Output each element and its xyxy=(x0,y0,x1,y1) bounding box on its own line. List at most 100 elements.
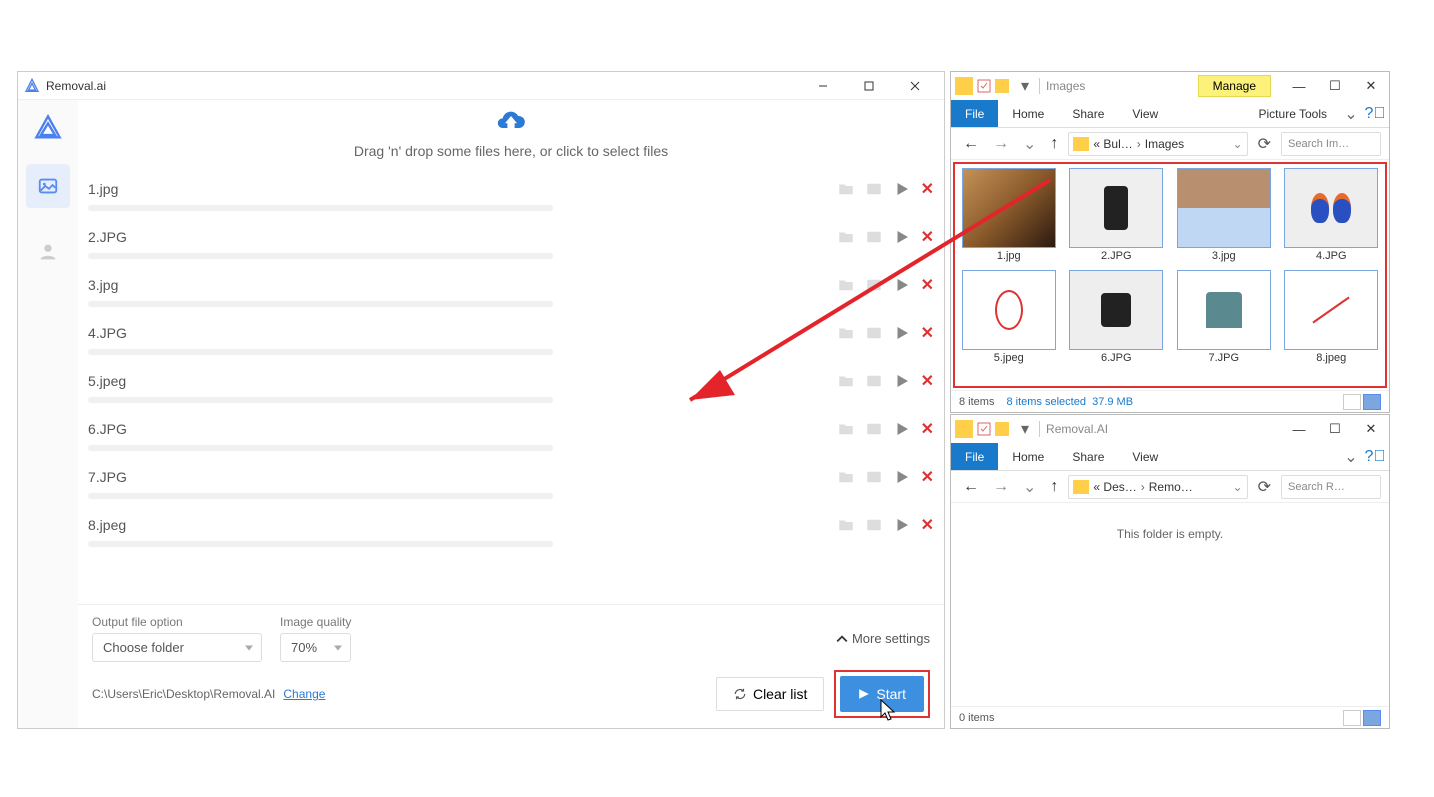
open-folder-icon[interactable] xyxy=(837,324,855,342)
refresh-button[interactable]: ⟳ xyxy=(1254,134,1275,154)
preview-icon[interactable] xyxy=(865,516,883,534)
share-tab[interactable]: Share xyxy=(1058,100,1118,127)
breadcrumb[interactable]: « Bul…› Images ⌄ xyxy=(1068,132,1247,156)
ribbon-expand[interactable]: ⌄ xyxy=(1341,443,1361,470)
file-thumbnail[interactable]: 2.JPG xyxy=(1067,168,1167,262)
qat-dropdown[interactable]: ▾ xyxy=(1017,76,1033,96)
home-tab[interactable]: Home xyxy=(998,443,1058,470)
remove-icon[interactable]: ✕ xyxy=(921,227,934,247)
preview-icon[interactable] xyxy=(865,372,883,390)
file-thumbnail[interactable]: 7.JPG xyxy=(1174,270,1274,364)
output-path: C:\Users\Eric\Desktop\Removal.AI xyxy=(92,687,275,701)
remove-icon[interactable]: ✕ xyxy=(921,179,934,199)
play-icon[interactable] xyxy=(893,420,911,438)
maximize-button[interactable]: ☐ xyxy=(1317,416,1353,442)
recent-dropdown[interactable]: ⌄ xyxy=(1019,132,1040,156)
remove-icon[interactable]: ✕ xyxy=(921,419,934,439)
qat-dropdown[interactable]: ▾ xyxy=(1017,419,1033,439)
thumbnails-view-button[interactable] xyxy=(1363,394,1381,410)
close-button[interactable] xyxy=(892,72,938,100)
close-button[interactable]: ✕ xyxy=(1353,73,1389,99)
search-input[interactable]: Search Im… xyxy=(1281,132,1381,156)
empty-folder-message: This folder is empty. xyxy=(951,503,1389,541)
preview-icon[interactable] xyxy=(865,324,883,342)
file-row: 6.JPG ✕ xyxy=(88,413,934,461)
forward-button[interactable]: → xyxy=(989,133,1013,155)
help-icon[interactable]: ?⃝ xyxy=(1361,443,1389,470)
view-tab[interactable]: View xyxy=(1118,100,1172,127)
more-settings-toggle[interactable]: More settings xyxy=(836,631,930,646)
picture-tools-tab[interactable]: Picture Tools xyxy=(1245,100,1341,127)
preview-icon[interactable] xyxy=(865,276,883,294)
open-folder-icon[interactable] xyxy=(837,468,855,486)
change-path-link[interactable]: Change xyxy=(283,687,325,701)
minimize-button[interactable] xyxy=(800,72,846,100)
play-icon[interactable] xyxy=(893,516,911,534)
open-folder-icon[interactable] xyxy=(837,372,855,390)
open-folder-icon[interactable] xyxy=(837,276,855,294)
new-folder-icon[interactable] xyxy=(995,79,1009,93)
file-thumbnail[interactable]: 4.JPG xyxy=(1282,168,1382,262)
preview-icon[interactable] xyxy=(865,228,883,246)
open-folder-icon[interactable] xyxy=(837,420,855,438)
preview-icon[interactable] xyxy=(865,468,883,486)
up-button[interactable]: ↑ xyxy=(1046,133,1062,155)
back-button[interactable]: ← xyxy=(959,476,983,498)
properties-icon[interactable] xyxy=(977,79,991,93)
minimize-button[interactable]: — xyxy=(1281,73,1317,99)
remove-icon[interactable]: ✕ xyxy=(921,467,934,487)
details-view-button[interactable] xyxy=(1343,710,1361,726)
view-tab[interactable]: View xyxy=(1118,443,1172,470)
help-icon[interactable]: ?⃝ xyxy=(1361,100,1389,127)
ribbon-expand[interactable]: ⌄ xyxy=(1341,100,1361,127)
new-folder-icon[interactable] xyxy=(995,422,1009,436)
open-folder-icon[interactable] xyxy=(837,180,855,198)
remove-icon[interactable]: ✕ xyxy=(921,323,934,343)
start-button[interactable]: Start xyxy=(840,676,924,712)
home-tab[interactable]: Home xyxy=(998,100,1058,127)
preview-icon[interactable] xyxy=(865,420,883,438)
maximize-button[interactable] xyxy=(846,72,892,100)
file-thumbnail[interactable]: 8.jpeg xyxy=(1282,270,1382,364)
properties-icon[interactable] xyxy=(977,422,991,436)
file-thumbnail[interactable]: 3.jpg xyxy=(1174,168,1274,262)
play-icon[interactable] xyxy=(893,468,911,486)
file-thumbnail[interactable]: 5.jpeg xyxy=(959,270,1059,364)
play-icon[interactable] xyxy=(893,276,911,294)
play-icon[interactable] xyxy=(893,180,911,198)
back-button[interactable]: ← xyxy=(959,133,983,155)
breadcrumb[interactable]: « Des…› Remo… ⌄ xyxy=(1068,475,1247,499)
open-folder-icon[interactable] xyxy=(837,516,855,534)
titlebar: Removal.ai xyxy=(18,72,944,100)
play-icon[interactable] xyxy=(893,324,911,342)
preview-icon[interactable] xyxy=(865,180,883,198)
remove-icon[interactable]: ✕ xyxy=(921,371,934,391)
output-folder-select[interactable]: Choose folder xyxy=(92,633,262,662)
forward-button[interactable]: → xyxy=(989,476,1013,498)
share-tab[interactable]: Share xyxy=(1058,443,1118,470)
file-thumbnail[interactable]: 1.jpg xyxy=(959,168,1059,262)
dropzone[interactable]: Drag 'n' drop some files here, or click … xyxy=(78,100,944,173)
remove-icon[interactable]: ✕ xyxy=(921,275,934,295)
sidebar-images-tab[interactable] xyxy=(26,164,70,208)
file-thumbnail[interactable]: 6.JPG xyxy=(1067,270,1167,364)
search-input[interactable]: Search R… xyxy=(1281,475,1381,499)
recent-dropdown[interactable]: ⌄ xyxy=(1019,475,1040,499)
file-tab[interactable]: File xyxy=(951,443,998,470)
thumbnails-view-button[interactable] xyxy=(1363,710,1381,726)
minimize-button[interactable]: — xyxy=(1281,416,1317,442)
details-view-button[interactable] xyxy=(1343,394,1361,410)
file-tab[interactable]: File xyxy=(951,100,998,127)
clear-list-button[interactable]: Clear list xyxy=(716,677,824,711)
sidebar-account-tab[interactable] xyxy=(26,230,70,274)
maximize-button[interactable]: ☐ xyxy=(1317,73,1353,99)
play-icon[interactable] xyxy=(893,372,911,390)
remove-icon[interactable]: ✕ xyxy=(921,515,934,535)
manage-tab[interactable]: Manage xyxy=(1198,75,1271,97)
open-folder-icon[interactable] xyxy=(837,228,855,246)
close-button[interactable]: ✕ xyxy=(1353,416,1389,442)
refresh-button[interactable]: ⟳ xyxy=(1254,477,1275,497)
quality-select[interactable]: 70% xyxy=(280,633,351,662)
up-button[interactable]: ↑ xyxy=(1046,476,1062,498)
play-icon[interactable] xyxy=(893,228,911,246)
